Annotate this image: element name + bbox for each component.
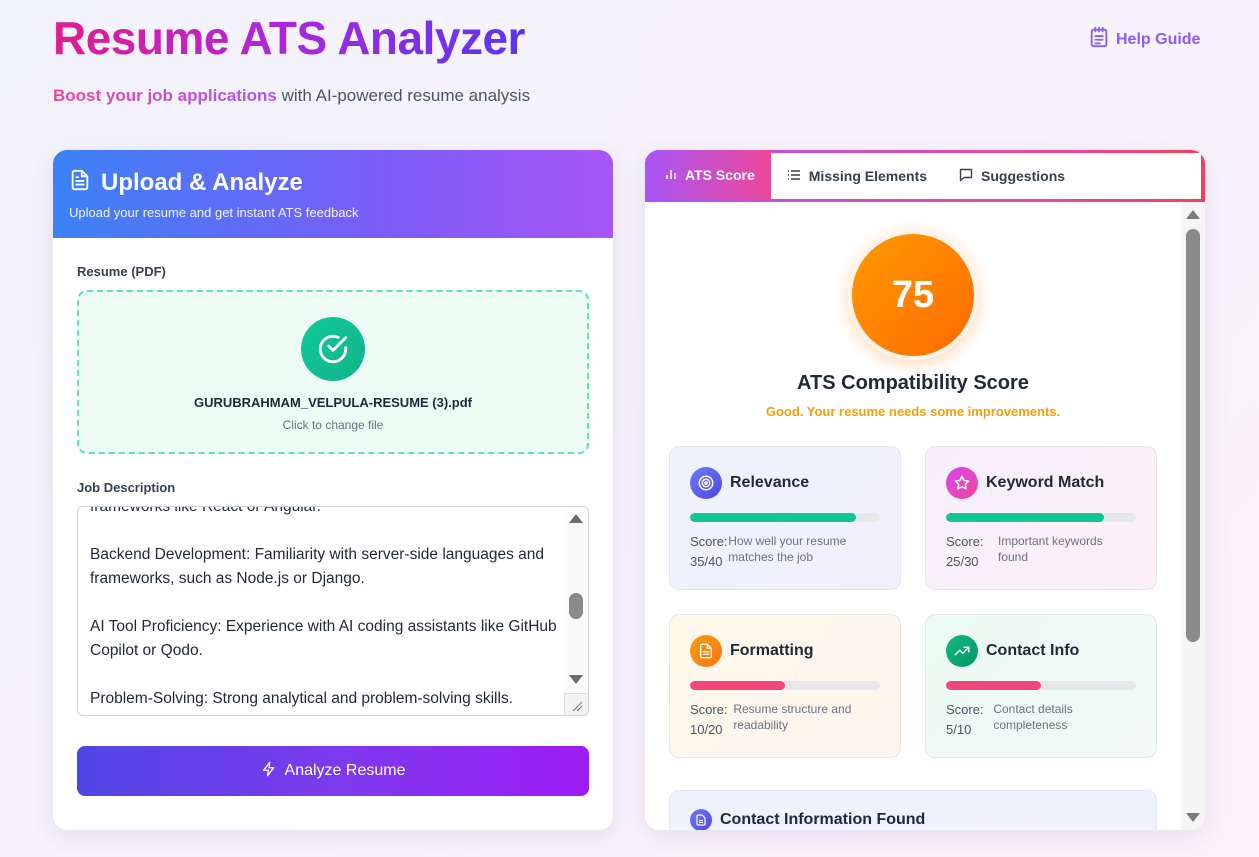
resume-label: Resume (PDF) <box>77 264 166 279</box>
clipboard-icon <box>1088 26 1110 53</box>
ats-score-title: ATS Compatibility Score <box>797 372 1029 394</box>
app-subtitle: Boost your job applications with AI-powe… <box>53 86 530 106</box>
progress-fill <box>690 513 857 522</box>
subtitle-accent: Boost your job applications <box>53 86 277 105</box>
subtitle-rest: with AI-powered resume analysis <box>276 86 531 105</box>
bar-chart-icon <box>665 167 677 183</box>
metric-name: Keyword Match <box>986 474 1105 491</box>
resume-dropzone[interactable]: GURUBRAHMAM_VELPULA-RESUME (3).pdf Click… <box>77 290 589 454</box>
results-card: ATS Score Missing Elements Suggestions 7… <box>645 150 1205 830</box>
help-guide-label: Help Guide <box>1116 30 1201 48</box>
tab-missing-elements[interactable]: Missing Elements <box>771 153 943 199</box>
progress-bar <box>946 513 1136 522</box>
check-circle-icon <box>301 317 365 381</box>
progress-fill <box>690 681 785 690</box>
job-description-textarea[interactable]: frameworks like React or Angular. Backen… <box>77 506 589 716</box>
ats-score-circle: 75 <box>848 230 978 360</box>
progress-fill <box>946 681 1041 690</box>
progress-fill <box>946 513 1105 522</box>
metric-score: 10/20 <box>690 722 723 737</box>
metric-description: Important keywords found <box>997 534 1103 564</box>
ats-score-message: Good. Your resume needs some improvement… <box>765 404 1061 419</box>
scroll-up-icon[interactable] <box>1186 210 1200 219</box>
tab-suggestions[interactable]: Suggestions <box>943 153 1081 199</box>
file-name: GURUBRAHMAM_VELPULA-RESUME (3).pdf <box>193 395 473 410</box>
metric-card-relevance: Relevance Score: 35/40 How well your resu… <box>669 446 901 590</box>
scroll-down-icon[interactable] <box>1186 813 1200 822</box>
document-icon <box>69 168 91 197</box>
job-description-label: Job Description <box>77 480 176 495</box>
score-label: Score: <box>690 702 728 717</box>
analyze-resume-label: Analyze Resume <box>284 762 406 779</box>
metric-card-contact-info: Contact Info Score: 5/10 Contact details … <box>925 614 1157 758</box>
metric-description: Contact details completeness <box>993 702 1073 732</box>
tab-suggestions-label: Suggestions <box>981 168 1066 184</box>
contact-information-section: Contact Information Found <box>669 790 1157 830</box>
list-icon <box>787 168 801 184</box>
job-description-text: frameworks like React or Angular. Backen… <box>90 506 557 707</box>
metric-name: Contact Info <box>986 642 1080 659</box>
star-icon <box>946 467 978 499</box>
metric-card-keyword-match: Keyword Match Score: 25/30 Important keyw… <box>925 446 1157 590</box>
metric-name: Formatting <box>730 642 814 659</box>
metric-score: 25/30 <box>946 554 979 569</box>
ats-score-value: 75 <box>891 273 935 316</box>
message-icon <box>959 168 973 185</box>
trending-up-icon <box>946 635 978 667</box>
textarea-scrollbar[interactable] <box>564 507 588 715</box>
metric-score: 5/10 <box>946 722 972 737</box>
scroll-up-icon[interactable] <box>569 514 583 523</box>
metric-description: Resume structure and readability <box>733 702 852 732</box>
upload-card-title: Upload & Analyze <box>101 168 303 196</box>
tab-missing-elements-label: Missing Elements <box>808 168 928 184</box>
tab-ats-score-label: ATS Score <box>685 166 755 183</box>
score-label: Score: <box>946 534 984 549</box>
contact-information-title: Contact Information Found <box>720 811 926 828</box>
target-icon <box>690 467 722 499</box>
lightning-icon <box>261 760 277 783</box>
document-icon <box>690 809 712 830</box>
progress-bar <box>946 681 1136 690</box>
score-label: Score: <box>690 534 728 549</box>
progress-bar <box>690 513 880 522</box>
scrollbar-thumb[interactable] <box>1186 229 1200 642</box>
metric-card-formatting: Formatting Score: 10/20 Resume structure … <box>669 614 901 758</box>
metric-name: Relevance <box>730 474 810 491</box>
progress-bar <box>690 681 880 690</box>
tab-ats-score[interactable]: ATS Score <box>645 150 771 199</box>
analyze-resume-button[interactable]: Analyze Resume <box>77 746 589 796</box>
score-label: Score: <box>946 702 984 717</box>
resize-handle[interactable] <box>564 693 588 715</box>
upload-card: Upload & Analyze Upload your resume and … <box>53 150 613 830</box>
document-icon <box>690 635 722 667</box>
metric-description: How well your resume matches the job <box>728 534 847 564</box>
scroll-down-icon[interactable] <box>569 675 583 684</box>
scrollbar-thumb[interactable] <box>569 593 583 619</box>
upload-card-header: Upload & Analyze Upload your resume and … <box>53 150 613 238</box>
app-title: Resume ATS Analyzer <box>53 12 525 64</box>
upload-card-subtitle: Upload your resume and get instant ATS f… <box>69 205 359 220</box>
results-tabs: ATS Score Missing Elements Suggestions <box>645 150 1205 202</box>
help-guide-link[interactable]: Help Guide <box>1088 26 1200 53</box>
metric-score: 35/40 <box>690 554 723 569</box>
change-file-hint: Click to change file <box>282 418 384 432</box>
results-scrollbar[interactable] <box>1181 202 1205 830</box>
